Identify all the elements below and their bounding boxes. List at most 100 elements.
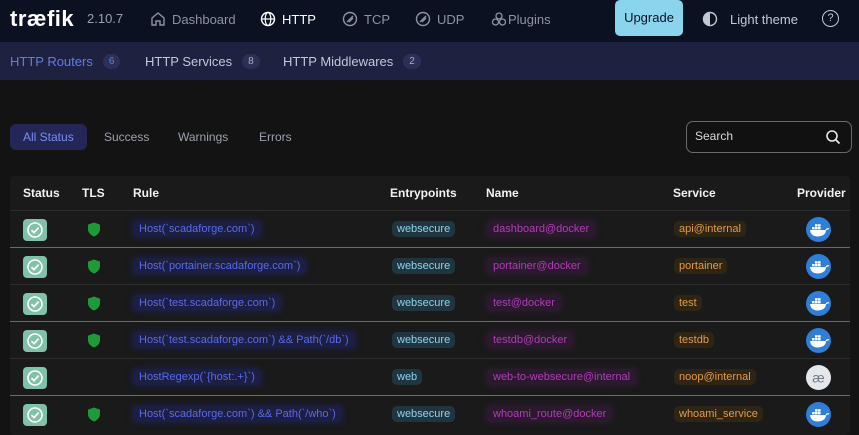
- nav-udp[interactable]: UDP: [415, 11, 464, 27]
- tab-label: HTTP Middlewares: [283, 54, 394, 69]
- router-name-cell: web-to-websecure@internal: [487, 369, 637, 385]
- nav-plugins-label: Plugins: [508, 11, 551, 27]
- table-row[interactable]: Host(`test.scadaforge.com`) websecure test…: [10, 284, 850, 321]
- nav-dashboard-label: Dashboard: [172, 11, 236, 27]
- status-success-badge: [23, 219, 47, 241]
- check-circle-icon: [27, 222, 43, 238]
- service-badge: testdb: [674, 332, 714, 348]
- nav-http[interactable]: HTTP: [260, 11, 316, 27]
- tab-count-badge: 6: [102, 54, 121, 69]
- filter-all-status[interactable]: All Status: [10, 124, 87, 150]
- nav-udp-label: UDP: [437, 11, 465, 27]
- question-icon[interactable]: ?: [822, 10, 839, 27]
- filter-success[interactable]: Success: [91, 124, 162, 150]
- column-header-entrypoints[interactable]: Entrypoints: [390, 186, 457, 200]
- search-input[interactable]: [695, 129, 815, 143]
- column-header-name[interactable]: Name: [486, 186, 519, 200]
- tab-count-badge: 8: [242, 54, 260, 69]
- nav-plugins[interactable]: Plugins: [491, 11, 551, 27]
- tab-http-routers[interactable]: HTTP Routers 6: [10, 54, 121, 69]
- docker-icon: [806, 254, 831, 279]
- nav-dashboard[interactable]: Dashboard: [150, 11, 236, 27]
- routers-table: Status TLS Rule Entrypoints Name Service…: [10, 176, 850, 435]
- column-header-provider[interactable]: Provider: [797, 186, 846, 200]
- filter-warnings[interactable]: Warnings: [165, 124, 241, 150]
- theme-toggle-label: Light theme: [730, 11, 798, 27]
- table-row[interactable]: Host(`scadaforge.com`) && Path(`/who`) we…: [10, 395, 850, 432]
- service-badge: noop@internal: [674, 369, 756, 385]
- check-circle-icon: [27, 370, 43, 386]
- router-name-cell: whoami_route@docker: [487, 406, 613, 422]
- rule-cell: Host(`portainer.scadaforge.com`): [133, 258, 307, 274]
- entrypoint-badge: websecure: [392, 332, 456, 348]
- tab-count-badge: 2: [403, 54, 421, 69]
- router-name-cell: testdb@docker: [487, 332, 574, 348]
- nav-http-label: HTTP: [282, 11, 316, 27]
- rule-cell: Host(`test.scadaforge.com`) && Path(`/db…: [133, 332, 355, 348]
- entrypoint-badge: websecure: [392, 295, 456, 311]
- nav-tcp-label: TCP: [364, 11, 390, 27]
- provider-internal-icon: æ: [806, 365, 831, 390]
- docker-icon: [806, 291, 831, 316]
- docker-icon: [806, 328, 831, 353]
- shield-icon: [88, 296, 100, 311]
- table-row[interactable]: Host(`portainer.scadaforge.com`) websecur…: [10, 247, 850, 284]
- check-circle-icon: [27, 333, 43, 349]
- shield-icon: [88, 407, 100, 422]
- tab-http-middlewares[interactable]: HTTP Middlewares 2: [283, 54, 421, 69]
- status-success-badge: [23, 330, 47, 352]
- docker-icon: [806, 217, 831, 242]
- column-header-status[interactable]: Status: [23, 186, 60, 200]
- entrypoint-badge: websecure: [392, 221, 456, 237]
- rule-cell: Host(`scadaforge.com`): [133, 221, 261, 237]
- service-badge: portainer: [674, 258, 728, 274]
- service-badge: whoami_service: [674, 406, 763, 422]
- tcp-icon: [342, 11, 358, 27]
- home-icon: [151, 12, 165, 26]
- router-name-cell: portainer@docker: [487, 258, 587, 274]
- entrypoint-badge: websecure: [392, 406, 456, 422]
- tab-label: HTTP Routers: [10, 54, 93, 69]
- globe-icon: [260, 11, 276, 27]
- half-moon-icon: [702, 11, 718, 27]
- check-circle-icon: [27, 259, 43, 275]
- rule-cell: HostRegexp(`{host:.+}`): [133, 369, 261, 385]
- theme-toggle[interactable]: Light theme: [702, 11, 798, 27]
- search-icon[interactable]: [825, 129, 841, 145]
- plugins-icon: [491, 12, 507, 26]
- filter-errors[interactable]: Errors: [246, 124, 305, 150]
- status-success-badge: [23, 256, 47, 278]
- rule-cell: Host(`scadaforge.com`) && Path(`/who`): [133, 406, 342, 422]
- service-badge: test: [674, 295, 702, 311]
- search-box: [686, 121, 852, 153]
- tab-label: HTTP Services: [145, 54, 233, 69]
- shield-icon: [88, 222, 100, 237]
- table-row[interactable]: Host(`test.scadaforge.com`) && Path(`/db…: [10, 321, 850, 358]
- traefik-logo[interactable]: træfik: [10, 6, 74, 32]
- shield-icon: [88, 333, 100, 348]
- upgrade-button[interactable]: Upgrade: [615, 0, 683, 36]
- tab-http-services[interactable]: HTTP Services 8: [145, 54, 260, 69]
- entrypoint-badge: websecure: [392, 258, 456, 274]
- table-row[interactable]: HostRegexp(`{host:.+}`) web web-to-websecu…: [10, 358, 850, 395]
- table-row[interactable]: Host(`scadaforge.com`) websecure dashboard…: [10, 210, 850, 247]
- check-circle-icon: [27, 407, 43, 423]
- shield-icon: [88, 259, 100, 274]
- check-circle-icon: [27, 296, 43, 312]
- status-success-badge: [23, 367, 47, 389]
- service-badge: api@internal: [674, 221, 746, 237]
- status-success-badge: [23, 404, 47, 426]
- version-label: 2.10.7: [87, 11, 124, 26]
- column-header-service[interactable]: Service: [673, 186, 716, 200]
- column-header-tls[interactable]: TLS: [82, 186, 105, 200]
- rule-cell: Host(`test.scadaforge.com`): [133, 295, 282, 311]
- status-success-badge: [23, 293, 47, 315]
- nav-tcp[interactable]: TCP: [342, 11, 390, 27]
- top-navigation: træfik 2.10.7 Dashboard HTTP TCP UDP Plu…: [0, 0, 859, 42]
- svg-text:æ: æ: [812, 370, 824, 386]
- column-header-rule[interactable]: Rule: [133, 186, 159, 200]
- router-name-cell: test@docker: [487, 295, 561, 311]
- entrypoint-badge: web: [392, 369, 423, 385]
- router-name-cell: dashboard@docker: [487, 221, 596, 237]
- udp-icon: [415, 11, 431, 27]
